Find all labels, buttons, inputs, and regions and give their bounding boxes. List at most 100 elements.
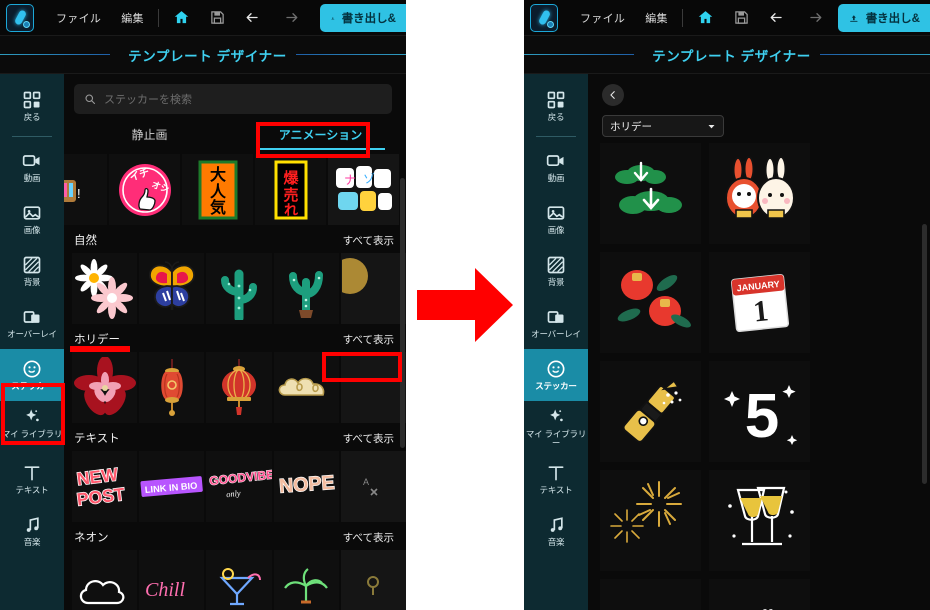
sidebar-item-music[interactable]: 音楽 <box>524 505 588 557</box>
menu-edit[interactable]: 編集 <box>645 10 668 26</box>
before-screenshot-panel: ファイル 編集 書き出し& テンプレート デザイナー 戻る 動画 画像 背景 オ… <box>0 0 406 610</box>
menu-file[interactable]: ファイル <box>580 10 625 26</box>
export-button[interactable]: 書き出し& <box>320 4 406 32</box>
sticker-cell[interactable] <box>72 253 138 324</box>
home-icon[interactable] <box>173 9 191 27</box>
menu-file[interactable]: ファイル <box>56 10 101 26</box>
sticker-cell[interactable]: イチ オシ <box>109 154 180 225</box>
search-input[interactable]: ステッカーを検索 <box>74 84 392 114</box>
sidebar-item-my-library[interactable]: マイ ライブラリー <box>524 401 588 453</box>
sticker-cell[interactable]: Hello NEW YEAR <box>709 579 810 610</box>
sticker-cell[interactable] <box>340 550 406 610</box>
sidebar-item-label: オーバーレイ <box>7 329 57 340</box>
search-placeholder: ステッカーを検索 <box>104 94 192 106</box>
sticker-cell[interactable]: JANUARY 1 <box>709 252 810 353</box>
category-dropdown[interactable]: ホリデー <box>602 115 724 137</box>
svg-text:only: only <box>226 488 242 498</box>
show-all-link[interactable]: すべて表示 <box>343 233 394 248</box>
sticker-cell[interactable]: GOODVIBES only <box>206 451 272 522</box>
sidebar-item-overlay[interactable]: オーバーレイ <box>0 297 64 349</box>
sidebar-item-video[interactable]: 動画 <box>524 141 588 193</box>
sidebar-item-overlay[interactable]: オーバーレイ <box>524 297 588 349</box>
app-logo-icon[interactable] <box>530 3 558 32</box>
redo-icon[interactable] <box>281 9 299 27</box>
sidebar-item-background[interactable]: 背景 <box>524 245 588 297</box>
sticker-cell[interactable]: 爆売れ <box>255 154 326 225</box>
sticker-cell[interactable] <box>600 470 701 571</box>
sidebar-item-back[interactable]: 戻る <box>524 80 588 132</box>
save-icon[interactable] <box>209 9 227 27</box>
content-scrollbar[interactable] <box>400 178 405 448</box>
sticker-cell[interactable] <box>72 352 138 423</box>
sticker-cell[interactable] <box>206 253 272 324</box>
grid-back-icon <box>23 91 41 109</box>
sidebar-rail: 戻る 動画 画像 背景 オーバーレイ ステッカー マイ ライブラリー テキスト … <box>0 74 64 610</box>
save-icon[interactable] <box>733 9 751 27</box>
sidebar-item-label: 画像 <box>547 225 565 236</box>
sticker-cell[interactable]: Happy New Year <box>600 579 701 610</box>
sticker-cell[interactable]: ナゾ <box>328 154 399 225</box>
svg-text:気: 気 <box>209 198 225 217</box>
sticker-cell[interactable] <box>340 253 406 324</box>
undo-icon[interactable] <box>245 9 263 27</box>
sticker-cell[interactable] <box>709 143 810 244</box>
sidebar-item-image[interactable]: 画像 <box>524 193 588 245</box>
back-button[interactable] <box>602 84 624 106</box>
sidebar-item-my-library[interactable]: マイ ライブラリー <box>0 401 64 453</box>
show-all-link[interactable]: すべて表示 <box>343 332 394 347</box>
sidebar-item-sticker[interactable]: ステッカー <box>524 349 588 401</box>
sticker-cell[interactable] <box>273 253 339 324</box>
sticker-row: ! イチ オシ 大 人 気 爆 売 れ ナ ゾ <box>64 154 406 225</box>
sticker-cell[interactable]: Chill <box>139 550 205 610</box>
background-icon <box>23 256 41 274</box>
menu-edit[interactable]: 編集 <box>121 10 144 26</box>
tab-still[interactable]: 静止画 <box>64 126 235 150</box>
sidebar-item-background[interactable]: 背景 <box>0 245 64 297</box>
sticker-cell[interactable] <box>206 352 272 423</box>
sidebar-item-video[interactable]: 動画 <box>0 141 64 193</box>
sidebar-item-image[interactable]: 画像 <box>0 193 64 245</box>
sidebar-item-back[interactable]: 戻る <box>0 80 64 132</box>
sidebar-item-music[interactable]: 音楽 <box>0 505 64 557</box>
sticker-cell[interactable] <box>600 143 701 244</box>
svg-text:ゾ: ゾ <box>363 172 375 186</box>
tab-animation[interactable]: アニメーション <box>235 126 406 150</box>
sticker-cell[interactable]: LINK IN BIO <box>139 451 205 522</box>
music-icon <box>550 517 563 532</box>
sticker-cell[interactable]: 大人気 <box>182 154 253 225</box>
content-scrollbar[interactable] <box>922 224 927 484</box>
sticker-cell[interactable] <box>340 352 406 423</box>
sticker-cell[interactable] <box>139 352 205 423</box>
sidebar-item-text[interactable]: テキスト <box>524 453 588 505</box>
sidebar-item-label: マイ ライブラリー <box>1 428 63 448</box>
sticker-cell[interactable]: A <box>340 451 406 522</box>
toolbar: ファイル 編集 書き出し& <box>524 0 930 36</box>
sidebar-item-label: オーバーレイ <box>531 329 581 340</box>
export-button[interactable]: 書き出し& <box>838 4 930 32</box>
title-rule-left <box>524 54 635 55</box>
redo-icon[interactable] <box>805 9 823 27</box>
sticker-cell[interactable]: NOPE <box>273 451 339 522</box>
sticker-cell[interactable]: ! <box>64 154 107 225</box>
sticker-cell[interactable] <box>206 550 272 610</box>
sticker-cell[interactable] <box>72 550 138 610</box>
sticker-row <box>64 253 406 324</box>
sticker-cell[interactable] <box>600 361 701 462</box>
show-all-link[interactable]: すべて表示 <box>343 530 394 545</box>
home-icon[interactable] <box>697 9 715 27</box>
sticker-cell[interactable] <box>273 550 339 610</box>
undo-icon[interactable] <box>769 9 787 27</box>
sidebar-item-sticker[interactable]: ステッカー <box>0 349 64 401</box>
sidebar-item-text[interactable]: テキスト <box>0 453 64 505</box>
sticker-cell[interactable]: NEW POST <box>72 451 138 522</box>
list-header: ホリデー <box>588 74 930 137</box>
sticker-icon <box>23 360 41 378</box>
sticker-cell[interactable] <box>709 470 810 571</box>
section-header: ホリデー すべて表示 <box>64 324 406 352</box>
sticker-cell[interactable] <box>273 352 339 423</box>
show-all-link[interactable]: すべて表示 <box>343 431 394 446</box>
sticker-cell[interactable] <box>139 253 205 324</box>
sticker-cell[interactable]: 5 <box>709 361 810 462</box>
app-logo-icon[interactable] <box>6 3 34 32</box>
sticker-cell[interactable] <box>600 252 701 353</box>
